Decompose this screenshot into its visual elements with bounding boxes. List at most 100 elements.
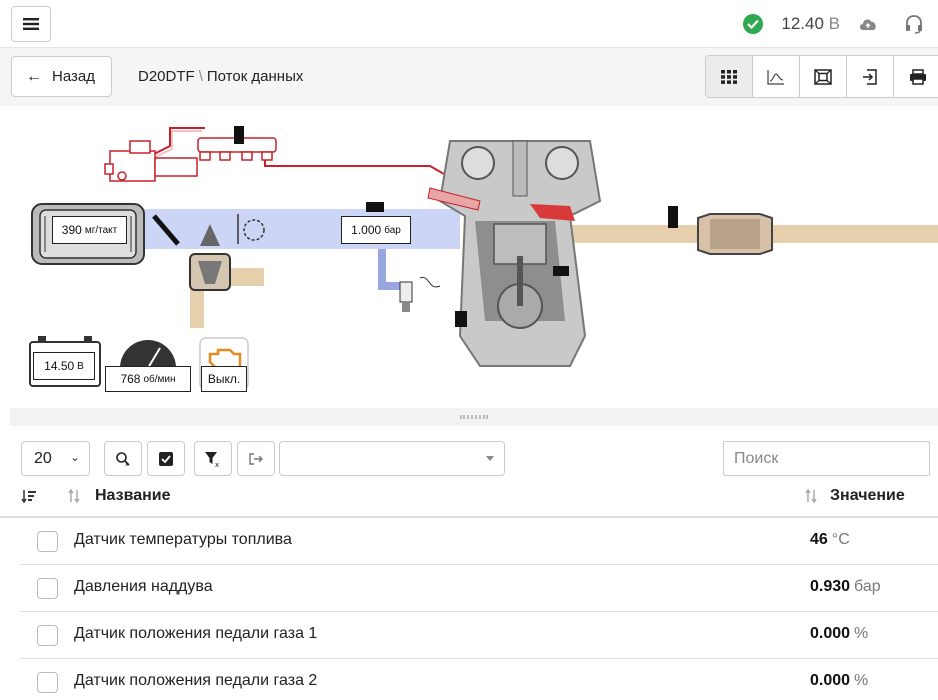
- row-value-number: 0.930: [810, 578, 851, 595]
- engine-block: [427, 140, 602, 367]
- select-all-button[interactable]: [147, 441, 185, 476]
- svg-text:x: x: [125, 461, 129, 467]
- fuel-line: [139, 127, 466, 187]
- check-engine-value: Выкл.: [207, 372, 241, 386]
- boost-pressure-readout: 1.000 бар: [341, 216, 411, 244]
- export-selection-button[interactable]: [237, 441, 275, 476]
- checkbox-checked-icon: [159, 451, 173, 466]
- battery-unit: В: [77, 360, 84, 372]
- row-value-number: 0.000: [810, 672, 851, 689]
- row-value: 0.000%: [810, 672, 868, 690]
- intake-air-pipe: [140, 209, 460, 249]
- egr-valve: [399, 276, 441, 312]
- catalyst: [697, 213, 773, 255]
- row-checkbox[interactable]: [37, 625, 58, 646]
- row-value-unit: %: [854, 672, 869, 689]
- rpm-unit: об/мин: [143, 373, 176, 385]
- row-value-unit: бар: [854, 578, 881, 595]
- table-header: Название Значение: [0, 482, 938, 518]
- back-button[interactable]: ← Назад: [11, 56, 112, 97]
- top-bar: 12.40 В: [0, 0, 938, 48]
- back-label: Назад: [52, 68, 95, 85]
- rpm-readout: 768 об/мин: [105, 366, 191, 392]
- fuel-amount-unit: мг/такт: [84, 224, 118, 236]
- engine-schematic: [29, 126, 938, 391]
- row-name: Датчик температуры топлива: [74, 531, 292, 548]
- column-header-name[interactable]: Название: [95, 487, 171, 505]
- table-row[interactable]: Датчик положения педали газа 1 0.000%: [21, 612, 938, 659]
- clear-search-icon: x: [116, 451, 130, 467]
- row-name: Датчик положения педали газа 2: [74, 672, 318, 689]
- voltage-unit: В: [828, 14, 840, 33]
- row-value-unit: °C: [831, 531, 850, 548]
- clear-selection-button[interactable]: x: [104, 441, 142, 476]
- battery-readout: 14.50 В: [33, 352, 95, 380]
- parameter-group-combo[interactable]: [279, 441, 505, 476]
- boost-pressure-unit: бар: [384, 224, 401, 236]
- table-row[interactable]: Давления наддува 0.930 бар: [21, 565, 938, 612]
- share-export-icon: [249, 452, 263, 465]
- fuel-pump: [104, 140, 198, 182]
- grid-view-icon: [721, 69, 737, 84]
- breadcrumb-page: Поток данных: [206, 68, 304, 85]
- filter-clear-icon: x: [205, 451, 219, 467]
- export-icon: [863, 68, 877, 85]
- svg-text:x: x: [215, 461, 219, 467]
- caret-down-icon: [486, 456, 494, 461]
- engine-diagram: 390 мг/такт 1.000 бар 14.50 В 768 об/мин Вык…: [10, 106, 938, 408]
- print-button[interactable]: [894, 56, 938, 97]
- print-icon: [909, 68, 926, 85]
- chevron-down-icon: ⌄: [69, 450, 80, 464]
- export-button[interactable]: [847, 56, 894, 97]
- cloud-upload-icon[interactable]: [858, 17, 878, 31]
- grid-view-button[interactable]: [706, 56, 753, 97]
- row-checkbox[interactable]: [37, 531, 58, 552]
- chart-view-button[interactable]: [753, 56, 800, 97]
- diagram-view-icon: [814, 68, 832, 85]
- battery-value: 14.50: [44, 359, 75, 373]
- chart-view-icon: [767, 69, 784, 85]
- row-value: 0.000%: [810, 625, 868, 643]
- page-size-value: 20: [34, 449, 52, 467]
- view-toolbar: [705, 55, 938, 98]
- row-value: 0.930 бар: [810, 578, 881, 596]
- check-circle-icon: [743, 14, 764, 34]
- search-input[interactable]: [723, 441, 930, 476]
- fuel-amount-readout: 390 мг/такт: [52, 216, 127, 244]
- headset-icon[interactable]: [904, 14, 924, 34]
- table-controls: 20 ⌄ x x: [0, 426, 938, 482]
- breadcrumb-vehicle[interactable]: D20DTF: [138, 68, 195, 85]
- sort-value-icon[interactable]: [803, 488, 819, 508]
- row-checkbox[interactable]: [37, 578, 58, 599]
- clear-filter-button[interactable]: x: [194, 441, 232, 476]
- tachometer-icon: [120, 340, 176, 369]
- row-name: Давления наддува: [74, 578, 213, 595]
- menu-button[interactable]: [11, 6, 51, 42]
- sort-name-icon[interactable]: [66, 488, 82, 508]
- voltage-value: 12.40: [781, 14, 824, 33]
- exhaust-temp-sensor: [668, 206, 678, 228]
- breadcrumb-separator: \: [198, 68, 203, 85]
- egr-pipe: [378, 249, 402, 290]
- table-row[interactable]: Датчик положения педали газа 2 0.000%: [21, 659, 938, 700]
- arrow-left-icon: ←: [26, 67, 42, 85]
- diagram-view-button[interactable]: [800, 56, 847, 97]
- row-value-number: 46: [810, 531, 828, 548]
- table-row[interactable]: Датчик температуры топлива 46 °C: [21, 518, 938, 565]
- sort-desc-icon[interactable]: [21, 488, 37, 508]
- status-area: 12.40 В: [743, 0, 938, 48]
- hamburger-icon: [23, 18, 39, 30]
- battery-voltage: 12.40 В: [781, 14, 840, 34]
- row-checkbox[interactable]: [37, 672, 58, 693]
- check-engine-readout: Выкл.: [201, 366, 247, 392]
- page-size-select[interactable]: 20 ⌄: [21, 441, 90, 476]
- row-value: 46 °C: [810, 531, 850, 549]
- row-value-unit: %: [854, 625, 869, 642]
- rail-pressure-sensor: [234, 126, 244, 144]
- rpm-value: 768: [120, 372, 141, 386]
- panel-splitter[interactable]: [10, 408, 938, 426]
- row-name: Датчик положения педали газа 1: [74, 625, 318, 642]
- boost-sensor: [366, 202, 384, 212]
- row-value-number: 0.000: [810, 625, 851, 642]
- column-header-value[interactable]: Значение: [830, 487, 905, 505]
